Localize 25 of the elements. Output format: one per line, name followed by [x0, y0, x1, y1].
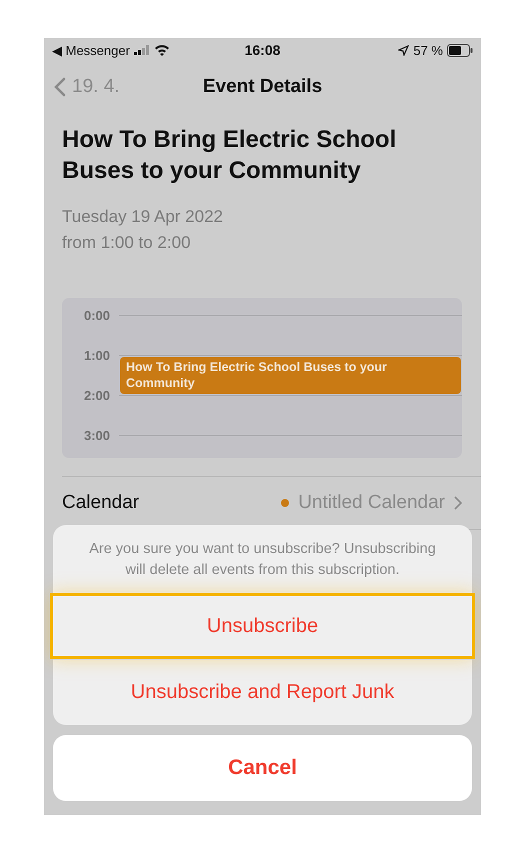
event-date: Tuesday 19 Apr 2022: [62, 206, 224, 228]
back-button[interactable]: 19. 4.: [54, 76, 120, 98]
hour-label: 3:00: [82, 428, 111, 443]
calendar-event-block[interactable]: How To Bring Electric School Buses to your Community: [120, 357, 461, 394]
report-junk-button[interactable]: Unsubscribe and Report Junk: [53, 659, 472, 725]
hour-label: 0:00: [82, 308, 111, 323]
clock-time: 16:08: [244, 42, 280, 58]
location-arrow-icon: [398, 44, 410, 56]
event-title: How To Bring Electric School Buses to your Community: [62, 125, 398, 186]
battery-icon: [447, 44, 473, 56]
back-to-app-link[interactable]: ◀ Messenger: [52, 42, 130, 58]
hour-label: 1:00: [82, 348, 111, 363]
calendar-label: Calendar: [62, 492, 140, 514]
event-time: from 1:00 to 2:00: [62, 232, 192, 254]
unsubscribe-button[interactable]: Unsubscribe: [50, 593, 475, 659]
chevron-right-icon: [454, 496, 462, 510]
signal-icon: [134, 45, 150, 55]
confirmation-message: Are you sure you want to unsubscribe? Unsubscribing will delete all events from this subscription.: [88, 540, 437, 580]
battery-percentage: 57 %: [413, 42, 443, 58]
chevron-left-icon: [54, 77, 66, 97]
cancel-button[interactable]: Cancel: [53, 735, 472, 801]
calendar-picker[interactable]: Untitled Calendar: [281, 492, 462, 514]
wifi-icon: [154, 44, 170, 56]
hour-label: 2:00: [82, 388, 111, 403]
screen-title: Event Details: [202, 76, 322, 98]
